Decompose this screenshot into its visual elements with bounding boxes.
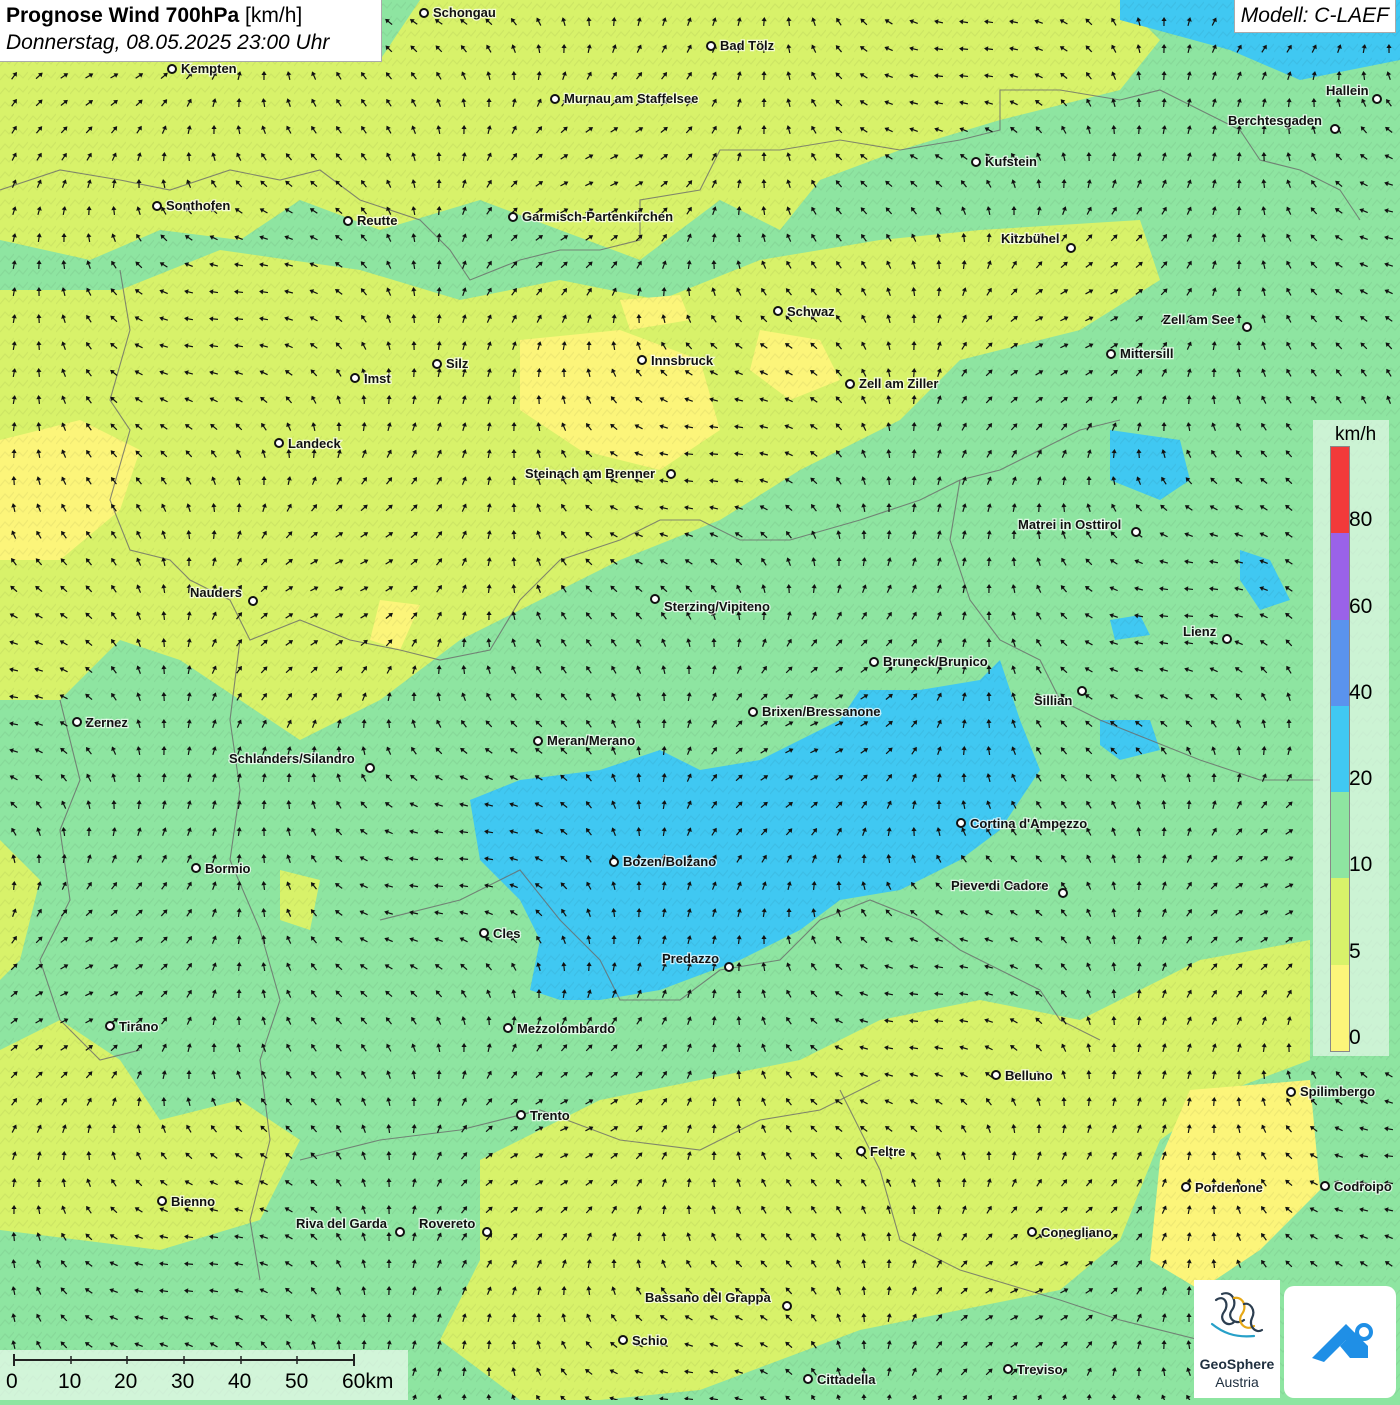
scale-label: 50 — [285, 1370, 308, 1394]
city-marker: Brixen/Bressanone — [749, 704, 881, 719]
scale-label: 60km — [342, 1370, 393, 1394]
legend-bin — [1331, 533, 1349, 619]
city-marker: Bruneck/Brunico — [870, 654, 988, 669]
forecast-datetime: Donnerstag, 08.05.2025 23:00 Uhr — [6, 31, 375, 55]
wind-map: Schongau Bad Tölz Kempten Murnau am Staf… — [0, 0, 1400, 1400]
geosphere-sub: Austria — [1194, 1374, 1280, 1390]
city-marker: Meran/Merano — [534, 733, 635, 748]
city-marker: Conegliano — [1028, 1225, 1112, 1240]
legend-bin — [1331, 620, 1349, 706]
title-box: Prognose Wind 700hPa [km/h] Donnerstag, … — [0, 0, 382, 62]
city-marker: Steinach am Brenner — [525, 466, 675, 481]
city-marker: Cortina d'Ampezzo — [957, 816, 1087, 831]
scale-label: 10 — [58, 1370, 81, 1394]
legend-colorbar — [1330, 446, 1350, 1052]
legend-tick-label: 80 — [1349, 508, 1372, 532]
scale-label: 0 — [6, 1370, 18, 1394]
geosphere-logo[interactable]: GeoSphere Austria — [1194, 1280, 1280, 1398]
city-marker: Zell am Ziller — [846, 376, 938, 391]
geosphere-name: GeoSphere — [1194, 1356, 1280, 1372]
city-marker: Bozen/Bolzano — [610, 854, 716, 869]
model-label: Modell: C-LAEF — [1234, 0, 1396, 33]
city-marker: Murnau am Staffelsee — [551, 91, 698, 106]
legend-tick-label: 40 — [1349, 681, 1372, 705]
legend-bin — [1331, 965, 1349, 1051]
legend-tick-label: 10 — [1349, 853, 1372, 877]
weather-app-logo[interactable] — [1284, 1286, 1396, 1398]
city-marker: Pordenone — [1182, 1180, 1263, 1195]
title-main: Prognose Wind 700hPa — [6, 4, 239, 27]
legend-tick-label: 0 — [1349, 1026, 1361, 1050]
city-marker: Spilimbergo — [1287, 1084, 1375, 1099]
legend-bin — [1331, 792, 1349, 878]
weather-app-icon — [1284, 1286, 1396, 1398]
legend-bin — [1331, 706, 1349, 792]
legend-unit: km/h — [1335, 424, 1376, 446]
legend-tick-label: 5 — [1349, 940, 1361, 964]
scale-label: 20 — [114, 1370, 137, 1394]
city-marker: Mezzolombardo — [504, 1021, 615, 1036]
legend-tick-label: 60 — [1349, 595, 1372, 619]
legend-bin — [1331, 447, 1349, 533]
map-title: Prognose Wind 700hPa [km/h] — [6, 4, 375, 28]
legend-bin — [1331, 878, 1349, 964]
legend-tick-label: 20 — [1349, 767, 1372, 791]
geosphere-logo-icon — [1194, 1280, 1280, 1356]
scale-label: 30 — [171, 1370, 194, 1394]
city-marker: Garmisch-Partenkirchen — [509, 209, 673, 224]
title-unit: [km/h] — [245, 4, 302, 27]
scale-label: 40 — [228, 1370, 251, 1394]
